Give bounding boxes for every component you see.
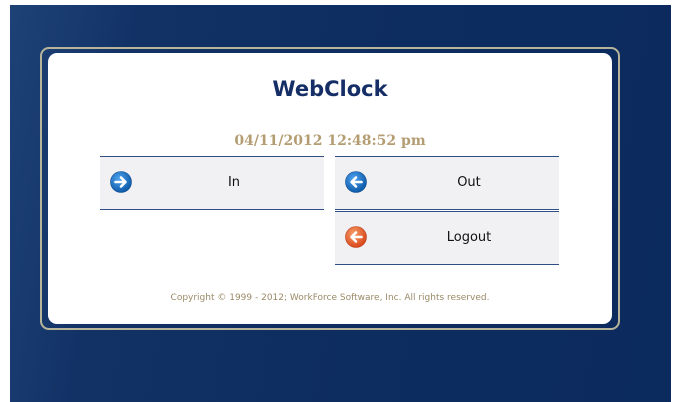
webclock-panel: WebClock 04/11/2012 12:48:52 pm In Out L… [48,53,612,324]
clock-in-label: In [227,175,241,190]
logout-label: Logout [446,230,492,245]
page-title: WebClock [272,77,388,101]
current-datetime: 04/11/2012 12:48:52 pm [234,133,426,149]
clock-out-label: Out [457,175,481,190]
copyright-notice: Copyright © 1999 - 2012; WorkForce Softw… [170,293,490,303]
clock-in-button[interactable]: In [100,156,324,210]
logout-button[interactable]: Logout [335,211,559,265]
clock-out-button[interactable]: Out [335,156,559,210]
